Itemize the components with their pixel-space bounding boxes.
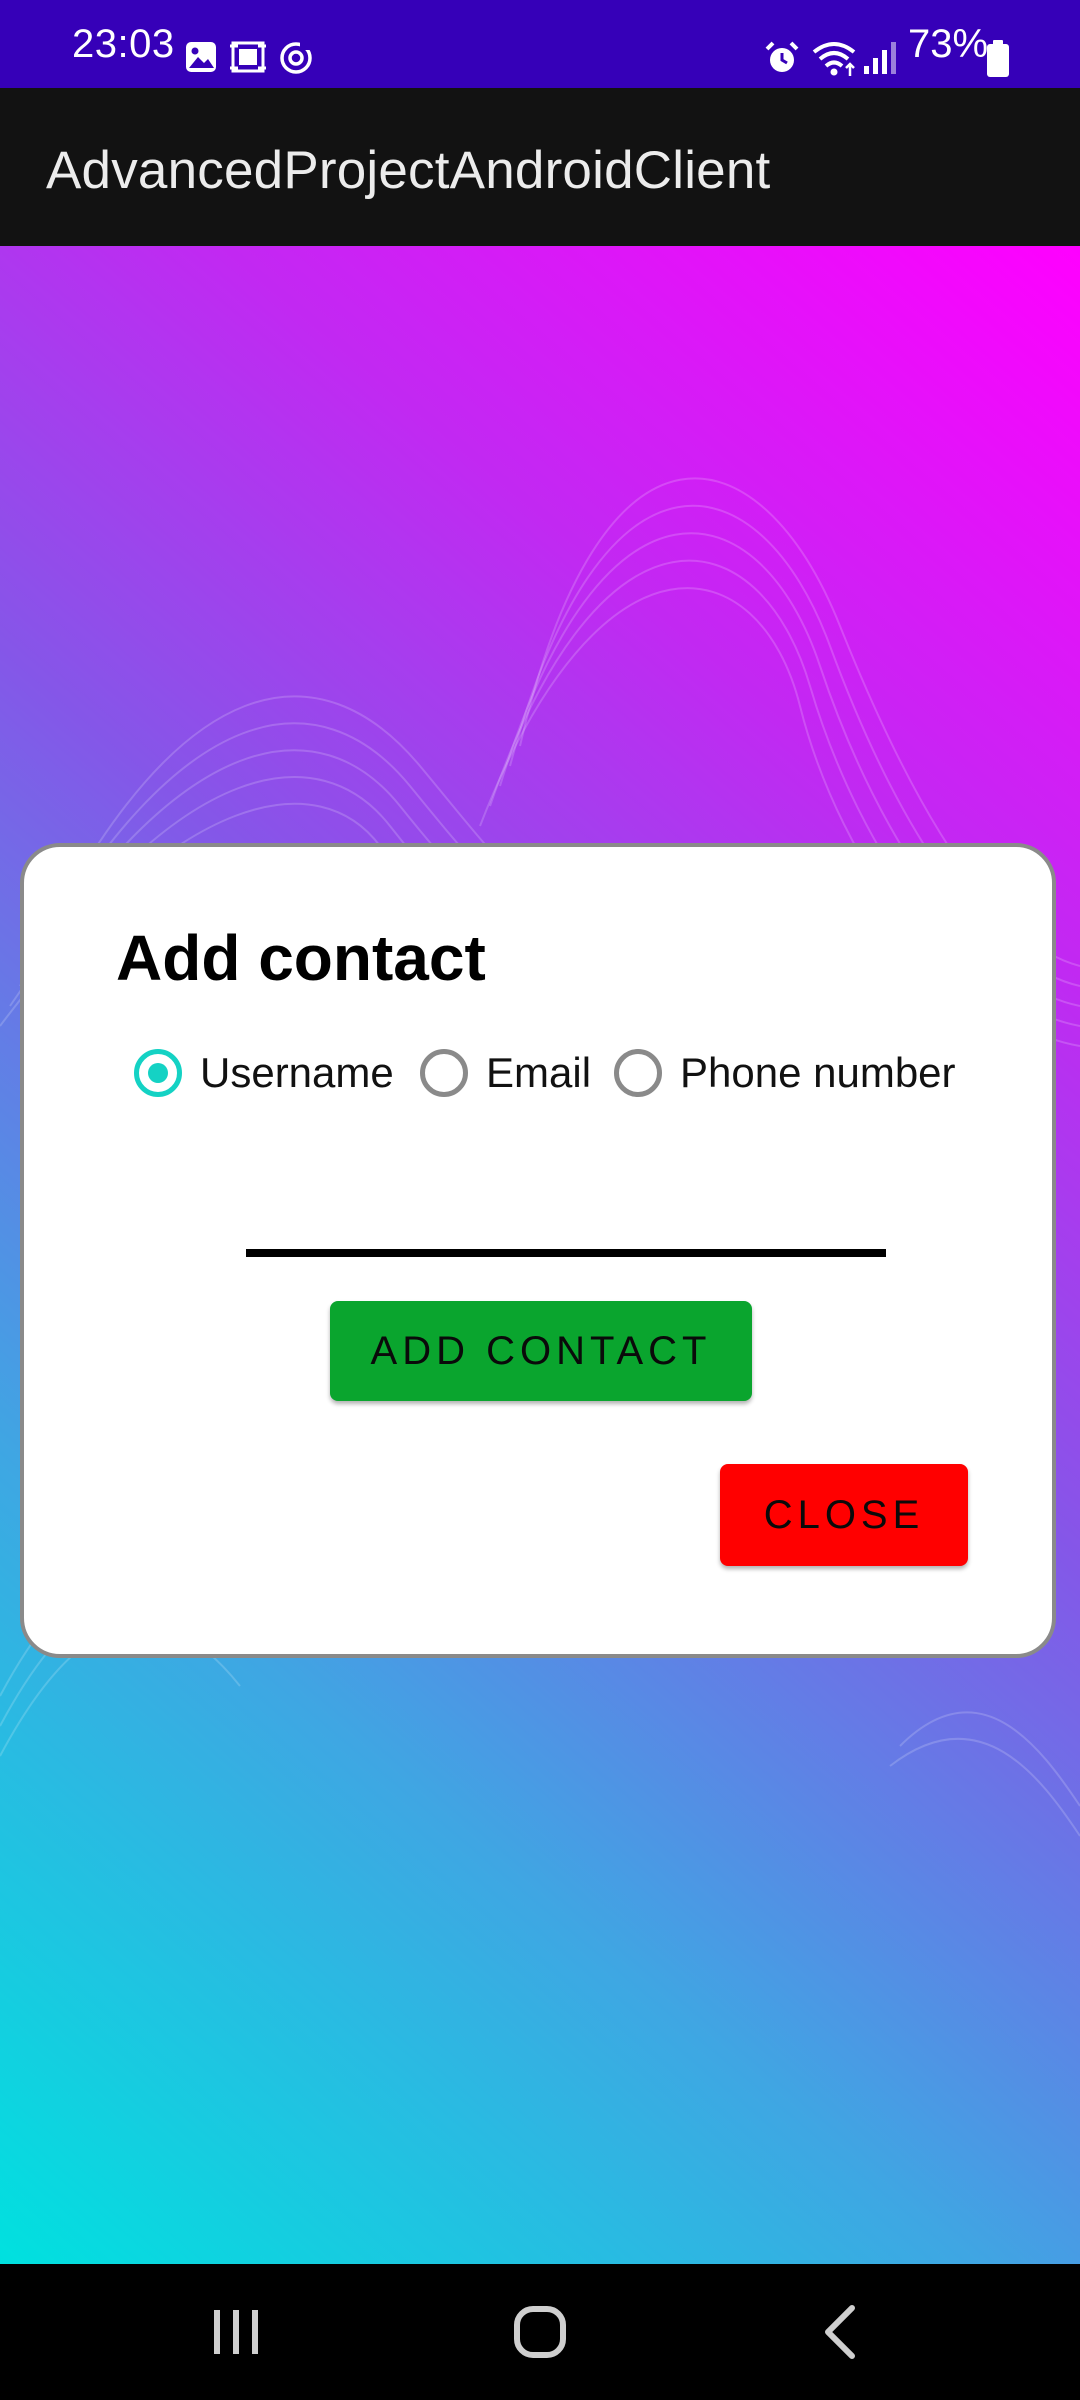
phone-screen: 23:03 73% AdvancedProjectAndroidClient A… bbox=[0, 0, 1080, 2400]
screenshot-icon bbox=[230, 41, 266, 73]
radio-unchecked-icon[interactable] bbox=[420, 1049, 468, 1097]
navigation-bar bbox=[0, 2264, 1080, 2400]
battery-icon bbox=[987, 40, 1009, 77]
gallery-icon bbox=[186, 42, 216, 72]
radio-label: Email bbox=[486, 1049, 592, 1096]
add-contact-button[interactable]: ADD CONTACT bbox=[330, 1301, 752, 1401]
radio-phone-number[interactable]: Phone number bbox=[614, 1043, 956, 1103]
battery-percent: 73% bbox=[908, 22, 989, 66]
add-contact-dialog: Add contact Username Email Phone number … bbox=[20, 843, 1056, 1658]
status-bar: 23:03 73% bbox=[0, 0, 1080, 88]
home-icon[interactable] bbox=[480, 2292, 600, 2372]
status-time: 23:03 bbox=[72, 22, 175, 66]
app-bar: AdvancedProjectAndroidClient bbox=[0, 88, 1080, 246]
signal-icon bbox=[864, 42, 896, 74]
radio-username[interactable]: Username bbox=[134, 1043, 394, 1103]
dialog-title: Add contact bbox=[116, 922, 486, 994]
recent-apps-icon[interactable] bbox=[176, 2292, 296, 2372]
close-button[interactable]: CLOSE bbox=[720, 1464, 968, 1566]
radio-checked-icon[interactable] bbox=[134, 1049, 182, 1097]
alarm-icon bbox=[765, 41, 799, 72]
back-icon[interactable] bbox=[782, 2292, 902, 2372]
wifi-icon bbox=[812, 42, 856, 76]
app-title: AdvancedProjectAndroidClient bbox=[46, 141, 771, 200]
sync-icon bbox=[280, 42, 312, 74]
radio-email[interactable]: Email bbox=[420, 1043, 591, 1103]
radio-label: Phone number bbox=[680, 1049, 956, 1096]
contact-input[interactable] bbox=[246, 1177, 886, 1257]
radio-label: Username bbox=[200, 1049, 394, 1096]
radio-unchecked-icon[interactable] bbox=[614, 1049, 662, 1097]
